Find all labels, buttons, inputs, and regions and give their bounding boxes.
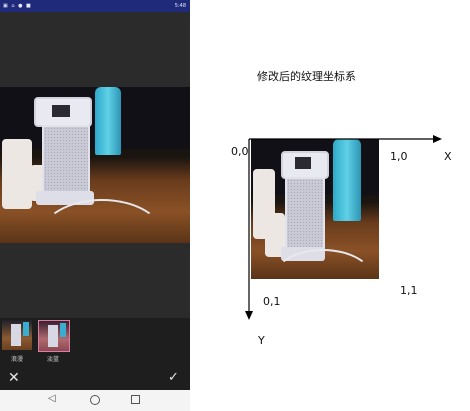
y-axis-arrowhead (245, 311, 253, 320)
top-area (0, 12, 190, 87)
phone-screenshot: ▣ ⌂ ● ■ 5:48 浪漫 淡蓝 ✕ ✓ ◁ (0, 0, 190, 411)
status-time: 5:48 (174, 3, 186, 9)
diagram-title: 修改后的纹理坐标系 (257, 70, 356, 83)
home-icon[interactable] (90, 395, 100, 405)
back-icon[interactable]: ◁ (48, 393, 56, 404)
close-icon[interactable]: ✕ (8, 370, 20, 386)
x-axis-arrowhead (433, 135, 442, 143)
status-icons: ▣ ⌂ ● ■ (3, 3, 32, 9)
texture-image (251, 139, 379, 279)
filter-label-romantic: 浪漫 (10, 356, 23, 363)
filter-label-lightblue: 淡蓝 (46, 356, 59, 363)
spacer (0, 243, 190, 318)
preview-photo (0, 87, 190, 243)
status-bar: ▣ ⌂ ● ■ 5:48 (0, 0, 190, 12)
corner-label-1-1: 1,1 (400, 284, 418, 297)
corner-label-0-1: 0,1 (263, 295, 281, 308)
recent-apps-icon[interactable] (131, 395, 140, 404)
corner-label-1-0: 1,0 (390, 150, 408, 163)
action-bar (0, 366, 190, 390)
origin-label: 0,0 (231, 145, 249, 158)
filter-thumb-romantic[interactable] (2, 320, 32, 350)
filter-strip[interactable]: 浪漫 淡蓝 (0, 318, 190, 366)
check-icon[interactable]: ✓ (168, 370, 179, 386)
y-axis-label: Y (258, 334, 265, 347)
filter-thumb-lightblue[interactable] (38, 320, 70, 352)
x-axis-label: X (444, 150, 452, 163)
